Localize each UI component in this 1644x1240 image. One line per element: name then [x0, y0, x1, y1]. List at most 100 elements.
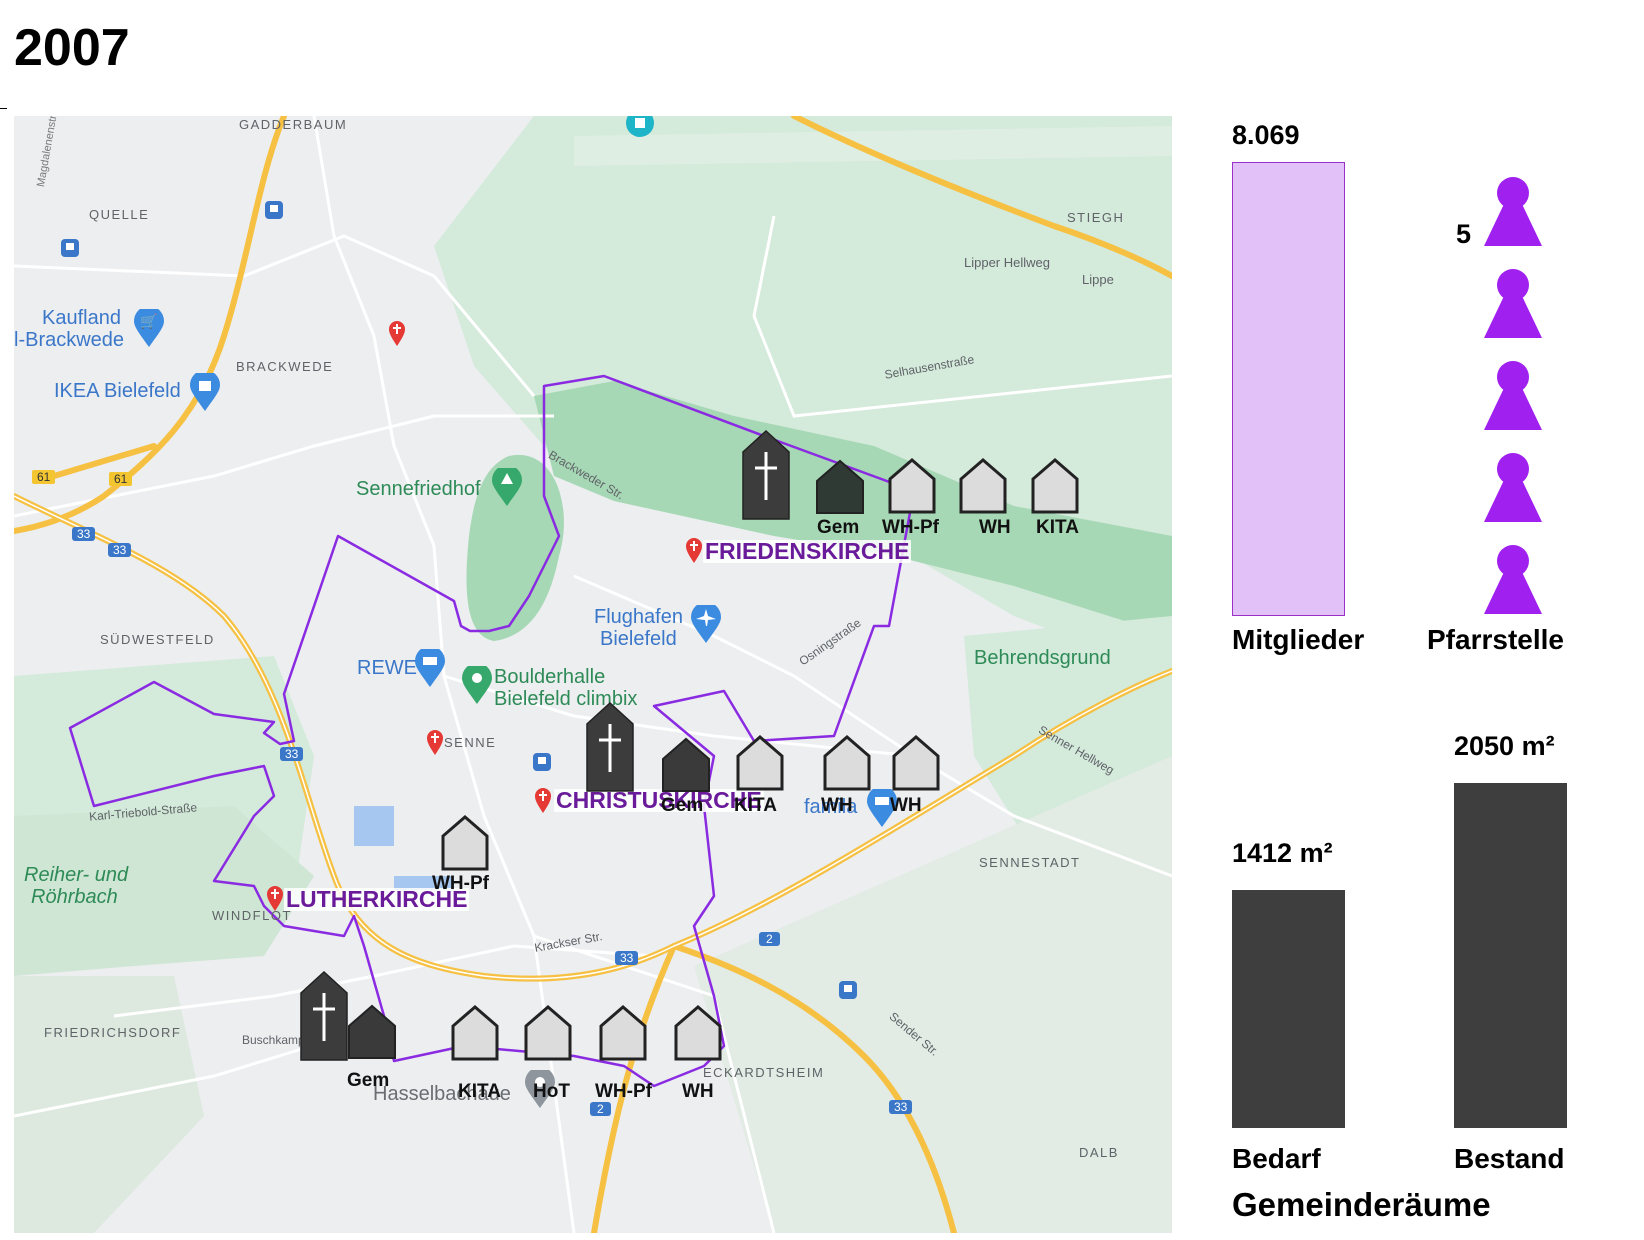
road-shield: 33 [615, 951, 639, 965]
members-value: 8.069 [1232, 120, 1300, 150]
building-label: WH-Pf [432, 873, 489, 894]
train-icon[interactable] [264, 200, 284, 220]
building-label: WH-Pf [595, 1081, 652, 1102]
church-pin-icon[interactable] [266, 886, 284, 912]
street-label: Lipper Hellweg [964, 255, 1050, 270]
person-icon [1484, 177, 1542, 246]
pin-icon[interactable] [461, 666, 493, 706]
church-pin-icon[interactable] [534, 788, 552, 814]
road-shield: 33 [280, 747, 304, 761]
church-building-icon [742, 430, 790, 520]
park-icon[interactable] [491, 468, 523, 508]
place-label: GADDERBAUM [239, 117, 348, 132]
building-icon [736, 735, 784, 791]
place-label: FRIEDRICHSDORF [44, 1025, 182, 1040]
building-icon [823, 735, 871, 791]
divider [0, 108, 7, 109]
rooms-title: Gemeinderäume [1232, 1186, 1491, 1223]
svg-text:🛒: 🛒 [140, 313, 157, 330]
building-label: WH [890, 795, 922, 816]
building-label: Gem [347, 1070, 390, 1091]
bag-icon[interactable] [189, 373, 221, 413]
bestand-value: 2050 m² [1454, 731, 1555, 761]
church-building-icon [300, 971, 348, 1061]
building-label: KITA [1036, 517, 1079, 538]
building-icon [599, 1005, 647, 1061]
church-label-friedenskirche[interactable]: FRIEDENSKIRCHE [703, 540, 912, 563]
place-label: QUELLE [89, 207, 150, 222]
map[interactable]: GADDERBAUM QUELLE BRACKWEDE SÜDWESTFELD … [14, 116, 1172, 1233]
building-label: WH [979, 517, 1011, 538]
person-icon [1484, 361, 1542, 430]
road-shield: 33 [889, 1100, 913, 1114]
place-label: BRACKWEDE [236, 359, 334, 374]
year-title: 2007 [14, 19, 130, 77]
person-icon [1484, 453, 1542, 522]
building-label: HoT [533, 1081, 570, 1102]
members-bar [1232, 162, 1345, 616]
place-label: DALB [1079, 1145, 1119, 1160]
plane-icon[interactable] [690, 605, 722, 645]
building-label: KITA [734, 795, 777, 816]
building-icon [662, 737, 710, 792]
bedarf-value: 1412 m² [1232, 838, 1333, 868]
place-label: ECKARDTSHEIM [703, 1065, 825, 1080]
road-shield: 33 [72, 527, 96, 541]
poi-label[interactable]: Flughafen [594, 607, 683, 627]
building-icon [959, 458, 1007, 514]
church-pin-icon[interactable] [685, 538, 703, 564]
building-icon [441, 815, 489, 871]
poi-label[interactable]: Boulderhalle [494, 667, 605, 687]
poi-label[interactable]: REWE [357, 658, 417, 678]
place-label: SÜDWESTFELD [100, 632, 215, 647]
person-icon [1484, 545, 1542, 614]
train-icon[interactable] [838, 980, 858, 1000]
church-label-christuskirche[interactable]: CHRISTUSKIRCHE [554, 789, 764, 812]
building-label: KITA [458, 1081, 501, 1102]
poi-label[interactable]: Bielefeld [600, 629, 677, 649]
poi-label[interactable]: Kaufland [42, 308, 121, 328]
building-label: WH [682, 1081, 714, 1102]
poi-label[interactable]: Reiher- und [24, 865, 128, 885]
church-pin-icon[interactable] [426, 730, 444, 756]
pastors-value: 5 [1456, 219, 1472, 249]
cart-icon[interactable] [414, 649, 446, 689]
bedarf-bar [1232, 890, 1345, 1128]
building-icon [1031, 458, 1079, 514]
building-icon [348, 1004, 396, 1059]
place-label: STIEGH [1067, 210, 1125, 225]
pastor-icons [1482, 176, 1546, 626]
church-pin-icon[interactable] [388, 321, 406, 347]
road-shield: 61 [109, 472, 133, 486]
bestand-label: Bestand [1454, 1143, 1565, 1174]
building-icon [451, 1005, 499, 1061]
building-label: WH [821, 795, 853, 816]
building-icon [816, 459, 864, 514]
train-icon[interactable] [60, 238, 80, 258]
building-icon [888, 458, 936, 514]
poi-label[interactable]: l-Brackwede [14, 330, 124, 350]
building-label: WH-Pf [882, 517, 939, 538]
bedarf-label: Bedarf [1232, 1143, 1321, 1174]
church-building-icon [586, 702, 634, 792]
bestand-bar [1454, 783, 1567, 1128]
members-label: Mitglieder [1232, 624, 1365, 655]
pastors-label: Pfarrstelle [1427, 624, 1564, 655]
building-label: Gem [661, 795, 704, 816]
place-label: SENNESTADT [979, 855, 1081, 870]
poi-label[interactable]: IKEA Bielefeld [54, 381, 181, 401]
poi-label[interactable]: Sennefriedhof [356, 479, 481, 499]
building-label: Gem [817, 517, 860, 538]
poi-label[interactable]: Behrendsgrund [974, 648, 1111, 668]
building-icon [892, 735, 940, 791]
train-icon[interactable] [532, 752, 552, 772]
place-label: SENNE [444, 735, 497, 750]
road-shield: 61 [32, 470, 56, 484]
building-icon [674, 1005, 722, 1061]
building-icon [524, 1005, 572, 1061]
person-icon [1484, 269, 1542, 338]
road-shield: 2 [759, 932, 780, 946]
poi-label[interactable]: Röhrbach [31, 887, 118, 907]
cart-icon[interactable]: 🛒 [133, 309, 165, 349]
road-shield: 33 [108, 543, 132, 557]
